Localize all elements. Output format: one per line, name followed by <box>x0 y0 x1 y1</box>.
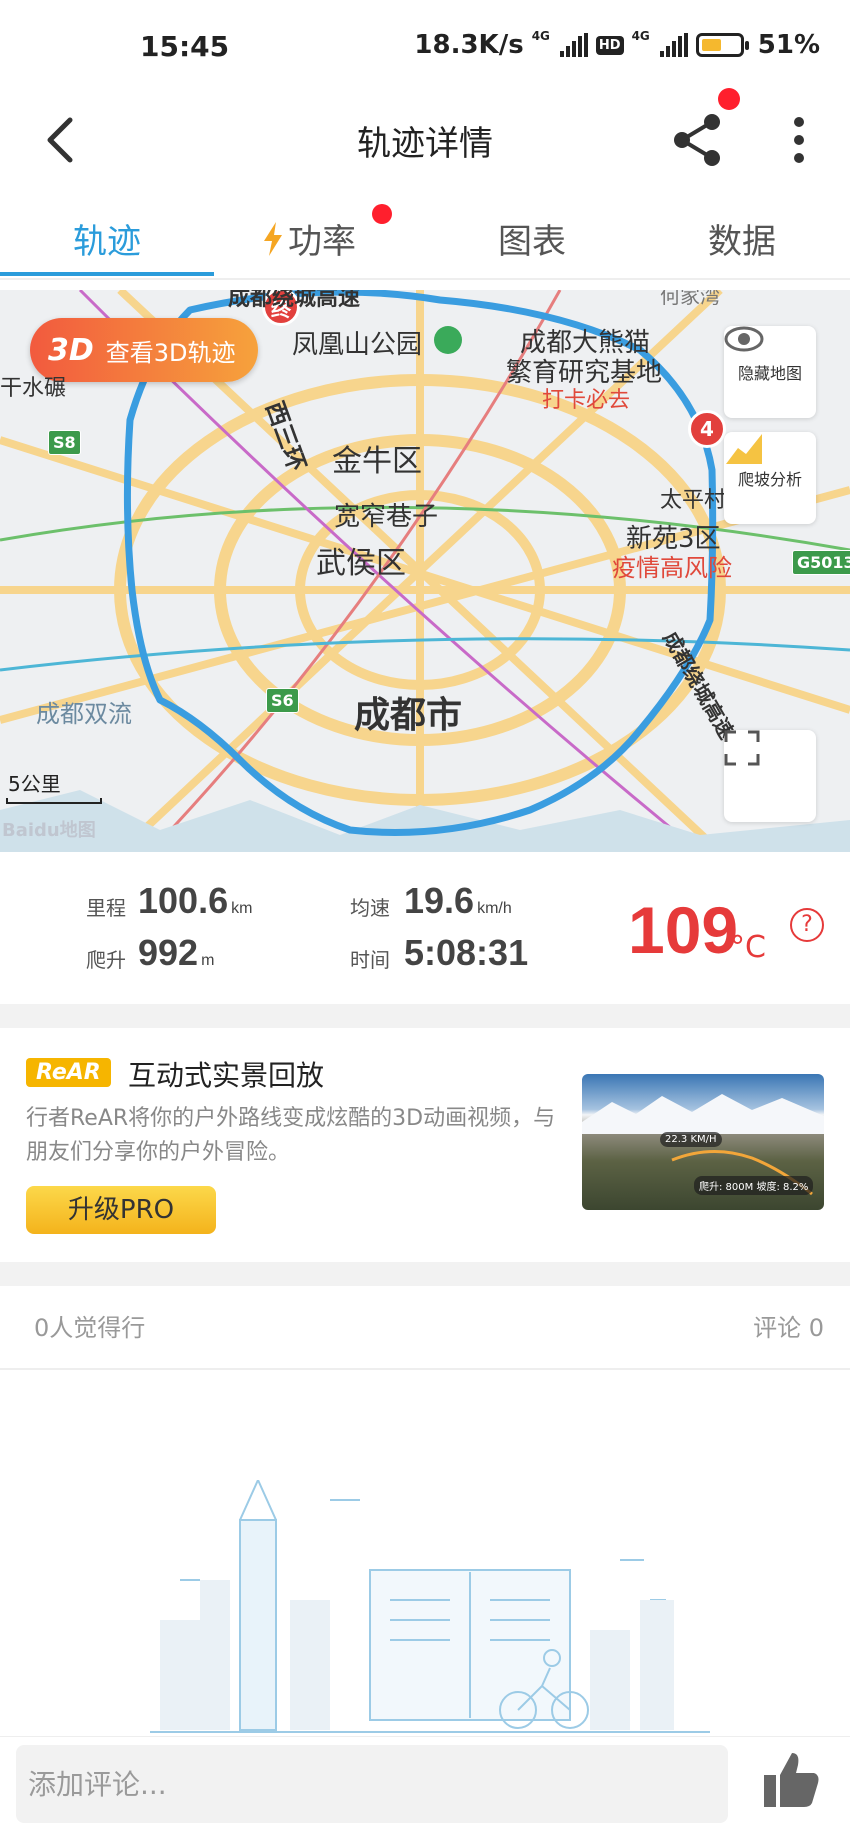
lightning-icon <box>264 221 282 256</box>
map-label-shuangliu: 成都双流 <box>36 700 132 728</box>
help-icon[interactable]: ? <box>790 908 824 942</box>
social-divider <box>0 1368 850 1370</box>
climb-analysis-button[interactable]: 爬坡分析 <box>724 432 816 524</box>
map-label-jinniu: 金牛区 <box>332 444 422 479</box>
map-label-taiping: 太平村 <box>660 488 727 513</box>
share-notification-dot <box>718 88 740 110</box>
upgrade-pro-button[interactable]: 升级PRO <box>26 1186 216 1234</box>
rear-preview-image[interactable]: 22.3 KM/H 爬升: 800M 坡度: 8.2% <box>582 1074 824 1210</box>
status-time: 15:45 <box>140 30 230 63</box>
map-scale-bar <box>6 798 102 804</box>
tab-track[interactable]: 轨迹 <box>0 214 214 263</box>
distance-label: 里程 <box>86 896 126 920</box>
map-scale-label: 5公里 <box>8 772 61 796</box>
thumbs-up-icon[interactable] <box>760 1749 822 1811</box>
title-bar: 轨迹详情 <box>0 96 850 186</box>
avg-speed-unit: km/h <box>477 900 512 917</box>
tab-chart[interactable]: 图表 <box>462 214 602 263</box>
climb-unit: m <box>201 952 215 969</box>
map-label-chengdu: 成都市 <box>354 695 463 736</box>
stats-panel: 里程 100.6 km 均速 19.6 km/h 爬升 992 m 时间 5:08:3… <box>0 852 850 1004</box>
hide-map-button[interactable]: 隐藏地图 <box>724 326 816 418</box>
map-label-ganshuinian: 干水碾 <box>0 376 67 401</box>
tab-active-indicator <box>0 272 214 276</box>
battery-level <box>701 39 721 51</box>
climb-value: 992 m <box>138 932 214 974</box>
net-type-label-2: 4G <box>631 29 650 43</box>
eye-icon <box>724 326 764 352</box>
road-badge-s8: S8 <box>48 430 81 455</box>
avg-speed-number: 19.6 <box>404 880 475 921</box>
map-label-wuhou: 武侯区 <box>316 546 406 581</box>
likes-count[interactable]: 0人觉得行 <box>34 1308 145 1343</box>
net-type-label: 4G <box>531 29 550 43</box>
status-indicators: 18.3K/s 4G HD 4G 51% <box>414 30 820 60</box>
tab-divider <box>0 278 850 280</box>
hide-map-label: 隐藏地图 <box>737 364 802 383</box>
tab-power-dot <box>372 204 392 224</box>
map-label-kuanzhai: 宽窄巷子 <box>334 502 439 532</box>
hd-icon: HD <box>595 35 624 55</box>
section-divider <box>0 1004 850 1028</box>
time-label: 时间 <box>350 948 390 972</box>
tab-bar: 轨迹 功率 图表 数据 <box>0 200 850 278</box>
time-value: 5:08:31 <box>404 932 529 973</box>
comments-count[interactable]: 评论 0 <box>753 1308 824 1343</box>
rear-preview-info: 爬升: 800M 坡度: 8.2% <box>694 1176 814 1195</box>
track-map[interactable]: 3D 查看3D轨迹 终 4 凤凰山公园 成都大熊猫 繁育研究基地 打卡必去 干水… <box>0 290 850 852</box>
rear-promo-card: ReAR 互动式实景回放 行者ReAR将你的户外路线变成炫酷的3D动画视频，与朋… <box>0 1026 850 1262</box>
temperature-unit: °C <box>730 930 766 965</box>
section-divider-2 <box>0 1262 850 1286</box>
battery-percent: 51% <box>757 30 820 60</box>
tab-power-label: 功率 <box>288 222 356 262</box>
avg-speed-value: 19.6 km/h <box>404 880 512 922</box>
rear-tag: ReAR <box>26 1058 111 1087</box>
net-speed: 18.3K/s <box>414 30 524 60</box>
distance-value: 100.6 km <box>138 880 252 922</box>
map-label-hejiawan: 何家湾 <box>660 290 720 308</box>
comment-bar <box>0 1736 850 1842</box>
more-icon[interactable] <box>784 112 814 168</box>
view-3d-label: 查看3D轨迹 <box>105 338 236 367</box>
social-row: 0人觉得行 评论 0 <box>0 1286 850 1368</box>
map-watermark: Baidu地图 <box>2 820 96 841</box>
climb-number: 992 <box>138 932 199 973</box>
avg-speed-label: 均速 <box>350 896 390 920</box>
distance-unit: km <box>231 900 253 917</box>
fullscreen-button[interactable] <box>724 730 816 822</box>
share-icon[interactable] <box>668 108 724 168</box>
map-label-ring-expressway-top: 成都绕城高速 <box>228 290 361 311</box>
temperature-value: 109 <box>628 893 739 967</box>
expand-icon <box>724 730 760 766</box>
climb-analysis-label: 爬坡分析 <box>737 470 802 489</box>
signal-icon-2 <box>659 33 688 57</box>
tab-data[interactable]: 数据 <box>672 214 812 263</box>
road-badge-s6: S6 <box>266 688 299 713</box>
comment-input[interactable] <box>16 1745 728 1823</box>
map-label-check-in: 打卡必去 <box>542 388 631 413</box>
road-badge-g5013: G5013 <box>792 550 850 575</box>
distance-number: 100.6 <box>138 880 229 921</box>
battery-icon <box>695 33 749 57</box>
rear-title: 互动式实景回放 <box>128 1059 325 1092</box>
climb-label: 爬升 <box>86 948 126 972</box>
map-label-phoenix-park: 凤凰山公园 <box>292 330 423 360</box>
park-icon <box>434 326 462 354</box>
rear-preview-speed: 22.3 KM/H <box>660 1132 722 1147</box>
climb-chart-icon <box>726 434 762 464</box>
waypoint-marker-4[interactable]: 4 <box>688 410 726 448</box>
badge-3d-label: 3D <box>48 332 94 368</box>
map-label-high-risk: 疫情高风险 <box>612 554 732 582</box>
rear-description: 行者ReAR将你的户外路线变成炫酷的3D动画视频，与朋友们分享你的户外冒险。 <box>26 1106 556 1165</box>
signal-icon <box>559 33 588 57</box>
status-bar: 15:45 18.3K/s 4G HD 4G 51% <box>0 0 850 96</box>
empty-comments-illustration <box>150 1480 710 1733</box>
